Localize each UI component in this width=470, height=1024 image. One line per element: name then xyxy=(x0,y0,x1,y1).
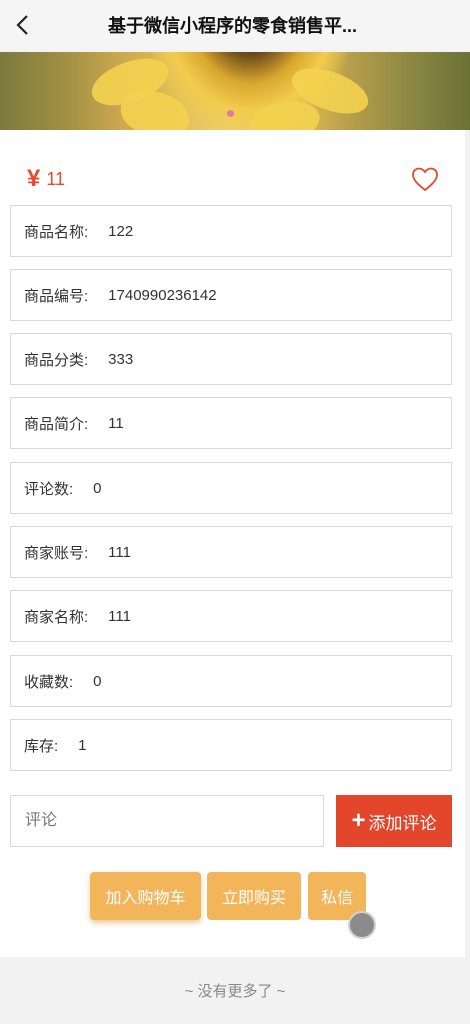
detail-row-code: 商品编号: 1740990236142 xyxy=(10,269,452,321)
detail-label: 评论数: xyxy=(24,480,74,498)
detail-value: 1740990236142 xyxy=(108,286,217,304)
heart-outline-icon xyxy=(412,167,438,192)
no-more-footer: ~ 没有更多了 ~ xyxy=(0,957,470,1024)
detail-label: 商家名称: xyxy=(24,608,89,626)
detail-row-merchant-name: 商家名称: 111 xyxy=(10,590,452,642)
detail-value: 122 xyxy=(108,222,134,240)
detail-row-comment-count: 评论数: 0 xyxy=(10,462,452,514)
detail-label: 商家账号: xyxy=(24,544,89,562)
detail-label: 收藏数: xyxy=(24,673,74,691)
top-nav-bar: 基于微信小程序的零食销售平... xyxy=(0,0,470,50)
chevron-left-icon xyxy=(16,15,28,35)
add-comment-label: 添加评论 xyxy=(368,813,437,833)
detail-value: 333 xyxy=(108,350,134,368)
add-to-cart-button[interactable]: 加入购物车 xyxy=(90,872,201,920)
detail-value: 1 xyxy=(78,736,87,754)
detail-value: 0 xyxy=(93,479,102,497)
add-comment-button[interactable]: + 添加评论 xyxy=(336,795,452,847)
detail-label: 库存: xyxy=(24,737,59,755)
plus-icon: + xyxy=(351,807,366,834)
detail-row-favorite-count: 收藏数: 0 xyxy=(10,655,452,707)
favorite-button[interactable] xyxy=(411,166,439,192)
detail-label: 商品名称: xyxy=(24,223,89,241)
detail-label: 商品分类: xyxy=(24,351,89,369)
detail-row-category: 商品分类: 333 xyxy=(10,333,452,385)
carousel-indicator-dot[interactable] xyxy=(227,110,234,117)
detail-value: 111 xyxy=(108,607,131,625)
product-image-carousel[interactable] xyxy=(0,52,470,130)
detail-row-intro: 商品简介: 11 xyxy=(10,397,452,449)
detail-value: 11 xyxy=(108,414,124,432)
price-value: 11 xyxy=(46,168,66,189)
back-button[interactable] xyxy=(8,8,38,42)
comment-input[interactable] xyxy=(10,795,324,847)
detail-row-stock: 库存: 1 xyxy=(10,719,452,771)
buy-now-button[interactable]: 立即购买 xyxy=(207,872,301,920)
currency-symbol: ¥ xyxy=(27,165,41,192)
detail-value: 0 xyxy=(93,672,102,690)
detail-value: 111 xyxy=(108,543,131,561)
product-price: ¥ 11 xyxy=(27,164,65,194)
touch-cursor-indicator xyxy=(348,911,376,939)
detail-label: 商品编号: xyxy=(24,287,89,305)
detail-row-merchant-account: 商家账号: 111 xyxy=(10,526,452,578)
detail-row-name: 商品名称: 122 xyxy=(10,205,452,257)
detail-label: 商品简介: xyxy=(24,415,89,433)
page-title: 基于微信小程序的零食销售平... xyxy=(107,16,357,36)
